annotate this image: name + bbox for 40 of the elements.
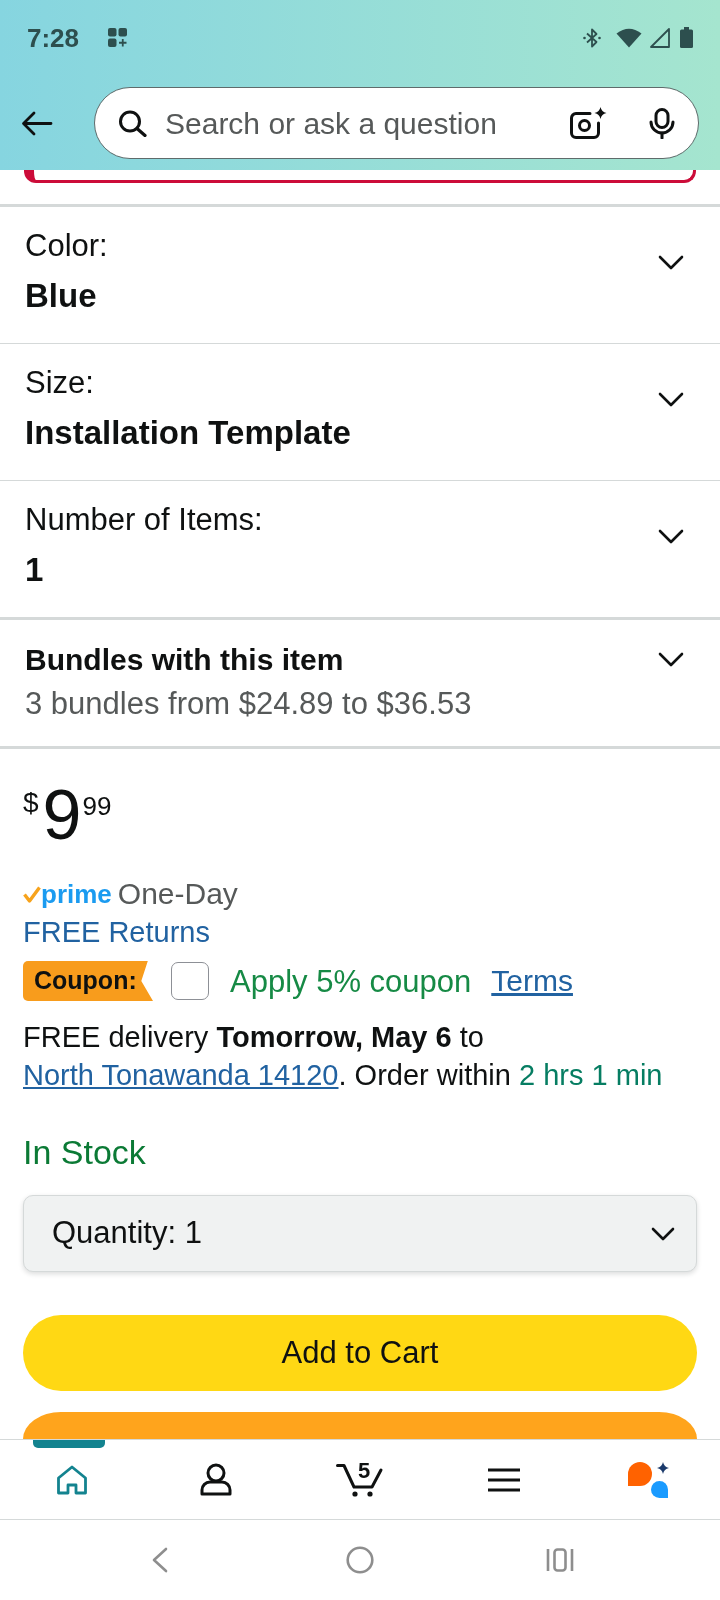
variation-selector[interactable]: Size: Installation Template [0,344,720,480]
cart-icon [336,1462,384,1497]
active-tab-indicator [33,1440,105,1448]
coupon-checkbox[interactable] [171,962,209,1000]
system-home-icon[interactable] [346,1546,374,1574]
add-to-cart-button[interactable]: Add to Cart [23,1315,697,1391]
microphone-icon[interactable] [649,107,675,139]
person-icon [199,1463,233,1496]
search-input[interactable]: Search or ask a question [165,100,570,146]
wifi-icon [616,27,642,48]
stock-status: In Stock [23,1132,146,1172]
bundles-selector[interactable]: Bundles with this item 3 bundles from $24.89 to $36.53 [0,620,720,746]
battery-icon [680,27,693,48]
chat-bubbles-icon [626,1460,670,1499]
delivery-text: FREE delivery Tomorrow, May 6 to North Tonawanda 14120. Order within 2 hrs 1 min [23,1020,664,1093]
app-grid-icon [108,28,129,47]
quantity-dropdown[interactable]: Quantity: 1 [23,1195,697,1272]
bluetooth-icon [583,27,601,48]
status-time: 7:28 [27,24,80,51]
chevron-down-icon [651,1226,675,1241]
variation-selector[interactable]: Color: Blue [0,207,720,343]
back-arrow-icon[interactable] [21,110,53,136]
delivery-speed: One-Day [117,879,238,909]
coupon-badge: Coupon: [23,961,153,1001]
returns-link[interactable]: FREE Returns [23,913,210,951]
home-icon [56,1464,88,1495]
variation-selector[interactable]: Number of Items: 1 [0,481,720,617]
prime-logo: prime [41,881,112,907]
coupon-label: Apply 5% coupon [230,965,472,997]
system-back-icon[interactable] [151,1547,168,1573]
location-link[interactable]: North Tonawanda 14120 [23,1059,339,1091]
camera-icon[interactable] [570,107,607,139]
checkmark-icon [23,885,41,903]
recent-apps-icon[interactable] [546,1548,574,1572]
menu-icon [488,1467,520,1492]
signal-icon [650,27,670,48]
search-icon [118,109,147,137]
search-bar[interactable]: Search or ask a question [94,87,699,159]
terms-link[interactable]: Terms [491,966,573,996]
cart-tab[interactable]: 5 [288,1440,432,1519]
